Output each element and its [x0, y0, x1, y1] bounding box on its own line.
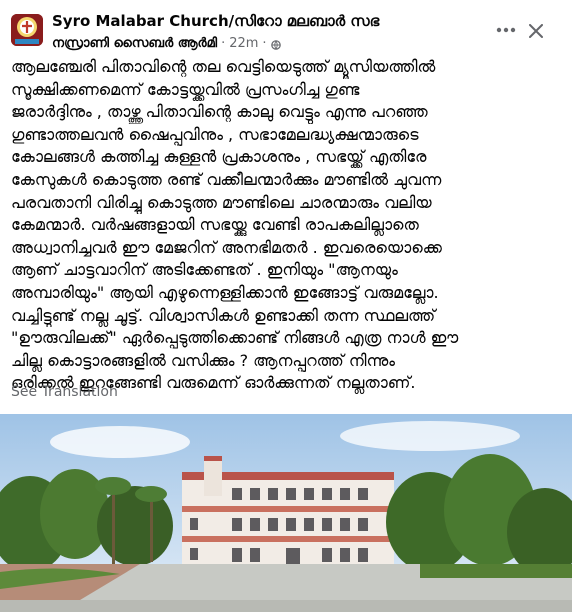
post-photo[interactable] [0, 414, 572, 612]
group-name-link[interactable]: Syro Malabar Church/സിറോ മലബാർ സഭ [52, 12, 379, 30]
more-horizontal-icon [496, 27, 516, 33]
facebook-post: Syro Malabar Church/സിറോ മലബാർ സഭ നസ്രാണ… [0, 0, 572, 612]
body-line: കേസുകൾ കൊടുത്ത രണ്ട് വക്കീലന്മാർക്കും മൗ… [11, 169, 442, 189]
body-line: "ഊരുവിലക്ക്" ഏർപ്പെടുത്തിക്കൊണ്ട് നിങ്ങൾ… [11, 328, 459, 348]
close-icon [529, 24, 543, 38]
post-body-text: ആലഞ്ചേരി പിതാവിന്റെ തല വെട്ടിയെടുത്ത് മ്… [11, 56, 563, 395]
more-options-button[interactable] [494, 18, 518, 42]
globe-icon [270, 39, 281, 50]
author-name-link[interactable]: നസ്രാണി സൈബർ ആർമി [52, 36, 217, 51]
body-line: ആലഞ്ചേരി പിതാവിന്റെ തല വെട്ടിയെടുത്ത് മ്… [11, 57, 436, 76]
body-line: വച്ചിട്ടുണ്ട് നല്ല ചൂട്ട്. വിശ്വാസികൾ ഉണ… [11, 305, 436, 325]
body-line: അധ്വാനിച്ചവർ ഈ മേജറിന് അനഭിമതർ . ഇവരെയൊക… [11, 237, 442, 257]
meta-separator-2: · [262, 36, 267, 51]
body-line: കോലങ്ങൾ കത്തിച്ച കുള്ളൻ പ്രകാശനും , സഭയ്… [11, 147, 427, 167]
building-photo-image [0, 414, 572, 612]
body-line: അമ്പാരിയും" ആയി എഴുന്നെള്ളിക്കാൻ ഇങ്ങോട്… [11, 282, 439, 302]
close-button[interactable] [523, 18, 549, 44]
meta-separator: · [221, 36, 226, 51]
body-line: സൂക്ഷിക്കണമെന്ന് കോട്ടയ്ക്കവിൽ പ്രസംഗിച്… [11, 79, 360, 99]
body-line: ജരാർദ്ദിനും , താഴ്ത്തു പിതാവിന്റെ കാലു വ… [11, 102, 428, 122]
post-header: Syro Malabar Church/സിറോ മലബാർ സഭ നസ്രാണ… [0, 0, 572, 60]
body-line: കേമന്മാർ. വർഷങ്ങളായി സഭയ്ക്കു വേണ്ടി രാപ… [11, 215, 419, 235]
group-avatar[interactable] [11, 14, 43, 46]
body-line: ചില്ലു കൊട്ടാരങ്ങളിൽ വസിക്കും ? ആനപ്പുറത… [11, 350, 396, 370]
church-logo-icon [11, 14, 43, 46]
post-meta: നസ്രാണി സൈബർ ആർമി · 22m · [52, 36, 281, 51]
body-line: പരവതാനി വിരിച്ചു കൊടുത്ത മൗണ്ടിലെ ചാരന്മ… [11, 192, 432, 212]
body-line: ആണ് ചാട്ടവാറിന് അടിക്കേണ്ടത് . ഇനിയും "ആ… [11, 260, 398, 280]
body-line: ഗുണ്ടാത്തലവൻ ഷൈപ്പുവിനും , സഭാമേലദ്ധ്യക്… [11, 124, 419, 144]
post-time[interactable]: 22m [229, 36, 258, 51]
see-translation-link[interactable]: See Translation [11, 384, 118, 400]
